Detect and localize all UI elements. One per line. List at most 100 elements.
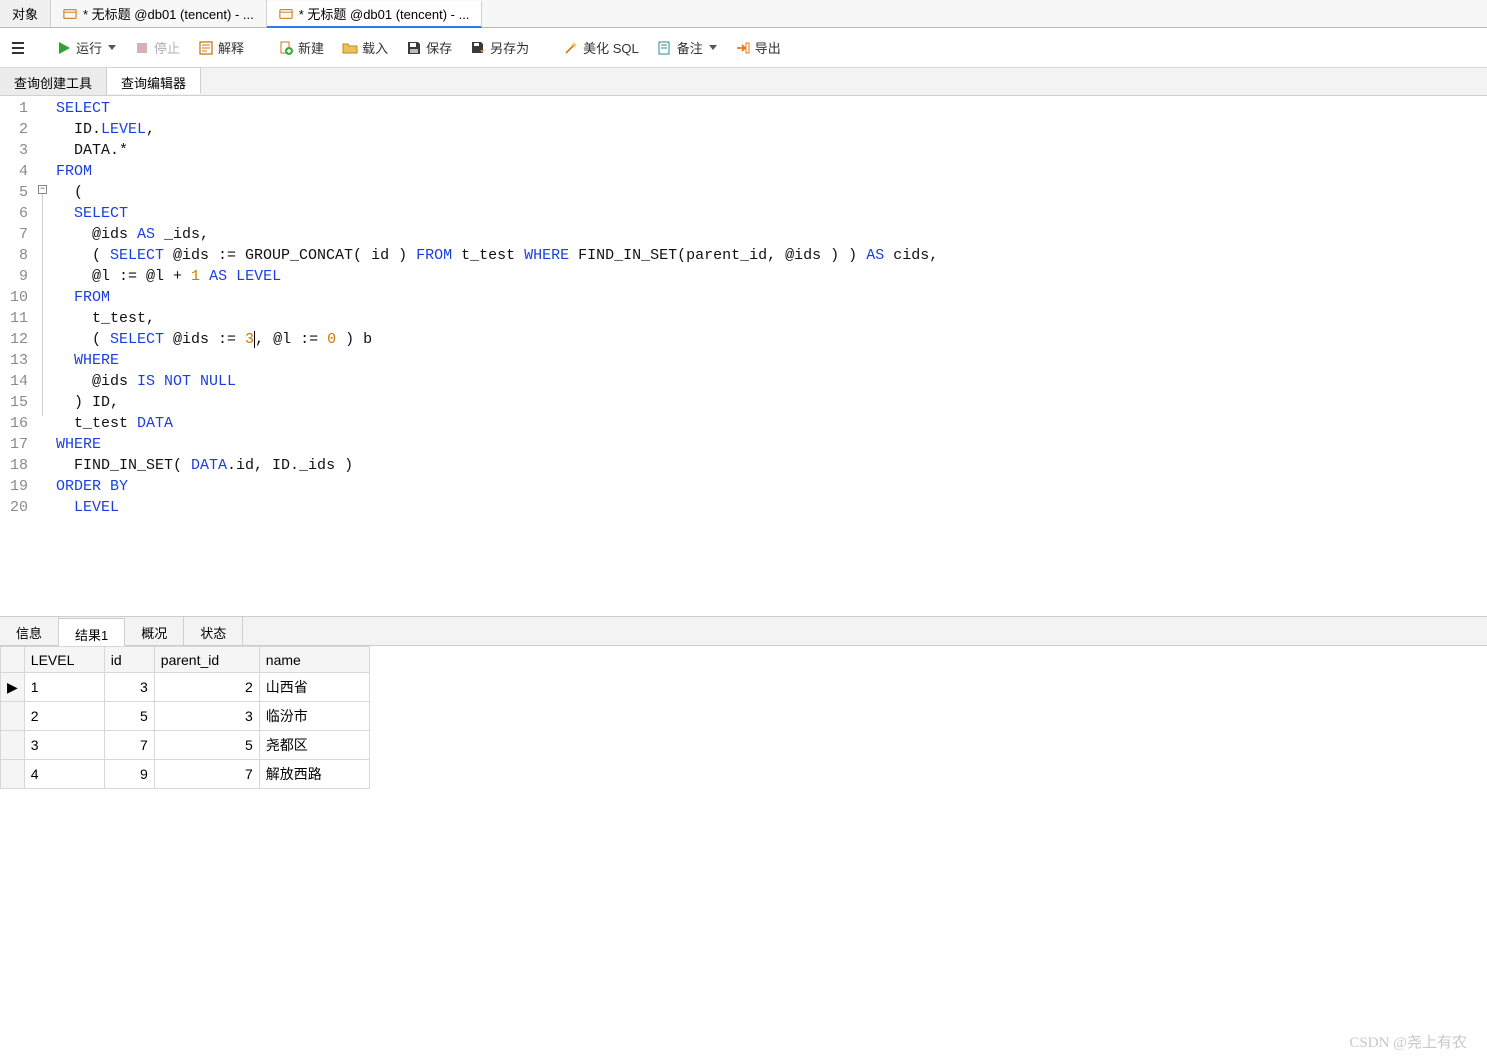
stop-button: 停止 <box>126 34 188 61</box>
row-pointer <box>1 760 25 789</box>
chevron-down-icon <box>108 45 116 50</box>
col-header-parent-id[interactable]: parent_id <box>154 647 259 673</box>
table-row[interactable]: ▶132山西省 <box>1 673 370 702</box>
table-row[interactable]: 497解放西路 <box>1 760 370 789</box>
cell-name[interactable]: 临汾市 <box>259 702 369 731</box>
code-line[interactable]: ( SELECT @ids := 3, @l := 0 ) b <box>56 329 938 350</box>
folder-open-icon <box>342 40 358 56</box>
cell-level[interactable]: 2 <box>24 702 104 731</box>
export-icon <box>735 40 751 56</box>
cell-name[interactable]: 解放西路 <box>259 760 369 789</box>
row-pointer: ▶ <box>1 673 25 702</box>
code-line[interactable]: ) ID, <box>56 392 938 413</box>
fold-gutter: − <box>36 96 50 616</box>
code-line[interactable]: t_test, <box>56 308 938 329</box>
line-gutter: 1234567891011121314151617181920 <box>0 96 36 616</box>
save-label: 保存 <box>426 38 452 57</box>
code-line[interactable]: t_test DATA <box>56 413 938 434</box>
load-button[interactable]: 载入 <box>334 34 396 61</box>
cell-level[interactable]: 4 <box>24 760 104 789</box>
new-button[interactable]: 新建 <box>270 34 332 61</box>
tab-status[interactable]: 状态 <box>184 617 243 645</box>
fold-toggle[interactable]: − <box>38 185 47 194</box>
export-button[interactable]: 导出 <box>727 34 789 61</box>
save-icon <box>406 40 422 56</box>
saveas-label: 另存为 <box>490 38 529 57</box>
query-icon <box>63 7 77 21</box>
code-line[interactable]: @ids IS NOT NULL <box>56 371 938 392</box>
chevron-down-icon <box>709 45 717 50</box>
result-tabstrip: 信息 结果1 概况 状态 <box>0 616 1487 646</box>
tab-query-2[interactable]: * 无标题 @db01 (tencent) - ... <box>267 1 483 28</box>
result-grid[interactable]: LEVEL id parent_id name ▶132山西省253临汾市375… <box>0 646 1487 789</box>
tab-objects[interactable]: 对象 <box>0 0 51 27</box>
cell-id[interactable]: 5 <box>104 702 154 731</box>
export-label: 导出 <box>755 38 781 57</box>
explain-label: 解释 <box>218 38 244 57</box>
cell-id[interactable]: 9 <box>104 760 154 789</box>
cell-name[interactable]: 尧都区 <box>259 731 369 760</box>
document-tabstrip: 对象 * 无标题 @db01 (tencent) - ... * 无标题 @db… <box>0 0 1487 28</box>
row-pointer <box>1 731 25 760</box>
row-pointer <box>1 702 25 731</box>
cell-id[interactable]: 3 <box>104 673 154 702</box>
tab-query-2-label: * 无标题 @db01 (tencent) - ... <box>299 4 470 23</box>
editor-subtabs: 查询创建工具 查询编辑器 <box>0 68 1487 96</box>
tab-query-builder[interactable]: 查询创建工具 <box>0 68 107 95</box>
watermark: CSDN @尧上有农 <box>1349 1031 1467 1052</box>
cell-parent_id[interactable]: 7 <box>154 760 259 789</box>
col-header-level[interactable]: LEVEL <box>24 647 104 673</box>
tab-result1[interactable]: 结果1 <box>59 618 125 646</box>
saveas-button[interactable]: 另存为 <box>462 34 537 61</box>
code-line[interactable]: FROM <box>56 287 938 308</box>
code-line[interactable]: LEVEL <box>56 497 938 518</box>
tab-query-1-label: * 无标题 @db01 (tencent) - ... <box>83 4 254 23</box>
tab-query-1[interactable]: * 无标题 @db01 (tencent) - ... <box>51 0 267 27</box>
tab-query-editor[interactable]: 查询编辑器 <box>107 67 201 94</box>
load-label: 载入 <box>362 38 388 57</box>
cell-parent_id[interactable]: 3 <box>154 702 259 731</box>
query-icon <box>279 7 293 21</box>
new-label: 新建 <box>298 38 324 57</box>
code-line[interactable]: ORDER BY <box>56 476 938 497</box>
menu-icon[interactable] <box>6 36 30 60</box>
saveas-icon <box>470 40 486 56</box>
code-line[interactable]: WHERE <box>56 434 938 455</box>
code-line[interactable]: @l := @l + 1 AS LEVEL <box>56 266 938 287</box>
sql-editor[interactable]: 1234567891011121314151617181920 − SELECT… <box>0 96 1487 616</box>
tab-objects-label: 对象 <box>12 4 38 23</box>
play-icon <box>56 40 72 56</box>
cell-name[interactable]: 山西省 <box>259 673 369 702</box>
code-line[interactable]: SELECT <box>56 98 938 119</box>
code-line[interactable]: FIND_IN_SET( DATA.id, ID._ids ) <box>56 455 938 476</box>
cell-parent_id[interactable]: 5 <box>154 731 259 760</box>
wand-icon <box>563 40 579 56</box>
code-line[interactable]: ( SELECT @ids := GROUP_CONCAT( id ) FROM… <box>56 245 938 266</box>
code-line[interactable]: @ids AS _ids, <box>56 224 938 245</box>
cell-id[interactable]: 7 <box>104 731 154 760</box>
tab-profile[interactable]: 概况 <box>125 617 184 645</box>
table-row[interactable]: 253临汾市 <box>1 702 370 731</box>
explain-button[interactable]: 解释 <box>190 34 252 61</box>
cell-level[interactable]: 3 <box>24 731 104 760</box>
code-line[interactable]: ( <box>56 182 938 203</box>
save-button[interactable]: 保存 <box>398 34 460 61</box>
col-header-id[interactable]: id <box>104 647 154 673</box>
row-pointer-header <box>1 647 25 673</box>
code-line[interactable]: WHERE <box>56 350 938 371</box>
beautify-button[interactable]: 美化 SQL <box>555 34 647 61</box>
code-area[interactable]: SELECT ID.LEVEL, DATA.*FROM ( SELECT @id… <box>50 96 938 616</box>
note-button[interactable]: 备注 <box>649 34 725 61</box>
run-button[interactable]: 运行 <box>48 34 124 61</box>
cell-parent_id[interactable]: 2 <box>154 673 259 702</box>
explain-icon <box>198 40 214 56</box>
code-line[interactable]: SELECT <box>56 203 938 224</box>
cell-level[interactable]: 1 <box>24 673 104 702</box>
table-row[interactable]: 375尧都区 <box>1 731 370 760</box>
code-line[interactable]: FROM <box>56 161 938 182</box>
code-line[interactable]: ID.LEVEL, <box>56 119 938 140</box>
stop-icon <box>134 40 150 56</box>
col-header-name[interactable]: name <box>259 647 369 673</box>
tab-info[interactable]: 信息 <box>0 617 59 645</box>
code-line[interactable]: DATA.* <box>56 140 938 161</box>
